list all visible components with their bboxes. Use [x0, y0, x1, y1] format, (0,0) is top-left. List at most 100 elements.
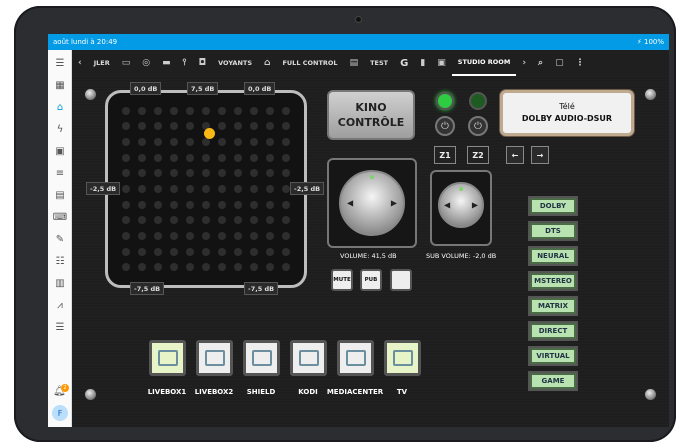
tab-car[interactable]: ◘	[193, 50, 213, 76]
more-button[interactable]: ⋮	[570, 50, 591, 76]
tab-remote[interactable]: ⫯	[177, 50, 193, 76]
calendar-icon[interactable]: ▤	[53, 188, 67, 202]
top-tab-bar: ‹ JLER ▭ ◎ ▬ ⫯ ◘ VOYANTS ⌂ FULL CONTROL …	[72, 50, 669, 76]
source-button-livebox1[interactable]	[149, 340, 186, 376]
grid-dot	[170, 216, 178, 225]
pub-button[interactable]: PUB	[360, 269, 382, 291]
grid-dot	[266, 216, 274, 225]
balance-puck[interactable]	[204, 128, 215, 139]
menu-icon[interactable]: ☰	[53, 56, 67, 70]
tab-test[interactable]: TEST	[364, 50, 394, 76]
more-vert-icon: ⋮	[575, 58, 585, 68]
prev-button[interactable]: ←	[506, 146, 524, 164]
grid-dot	[154, 106, 162, 115]
grid-dot	[170, 153, 178, 162]
tab-google[interactable]: G	[394, 50, 414, 76]
tab-full-control[interactable]: FULL CONTROL	[276, 50, 343, 76]
wrench-icon[interactable]: ✎	[53, 232, 67, 246]
scroll-left-button[interactable]: ‹	[72, 50, 88, 76]
grid-dot	[266, 153, 274, 162]
sub-volume-knob[interactable]: ◀ ▶	[438, 182, 484, 228]
grid-dot	[138, 231, 146, 240]
garage-icon: ⌂	[264, 58, 271, 68]
grid-dot	[202, 247, 210, 256]
search-button[interactable]: ⌕	[532, 50, 549, 76]
power-icon: ⏻	[474, 120, 482, 132]
grid-dot	[122, 247, 130, 256]
level-top-center: 7,5 dB	[187, 82, 219, 95]
grid-dot	[282, 153, 290, 162]
tab-stats[interactable]: ▮	[414, 50, 431, 76]
grid-dot	[218, 231, 226, 240]
kino-control-button[interactable]: KINO CONTRÔLE	[327, 90, 415, 140]
next-button[interactable]: →	[531, 146, 549, 164]
mode-button-game[interactable]: GAME	[530, 373, 576, 389]
tab-card[interactable]: ▤	[344, 50, 365, 76]
sub-down-icon: ◀	[444, 200, 451, 210]
list-icon[interactable]: ≡	[53, 166, 67, 180]
screw-icon	[644, 88, 657, 101]
tab-studio-room[interactable]: STUDIO ROOM	[451, 50, 517, 76]
grid-dot	[170, 247, 178, 256]
display-source: Télé	[559, 102, 575, 111]
grid-dot	[250, 263, 258, 272]
blank-button[interactable]	[390, 269, 412, 291]
document-icon[interactable]: ☰	[53, 320, 67, 334]
zone2-power-button[interactable]: ⏻	[468, 116, 488, 136]
code-icon[interactable]: ⌨	[53, 210, 67, 224]
scroll-right-button[interactable]: ›	[516, 50, 532, 76]
grid-dot	[250, 153, 258, 162]
zone1-power-button[interactable]: ⏻	[435, 116, 455, 136]
store-icon[interactable]: ▥	[53, 276, 67, 290]
notification-badge: 2	[61, 384, 69, 392]
volume-label: VOLUME: 41,5 dB	[340, 252, 397, 260]
tab-media[interactable]: ▣	[431, 50, 452, 76]
source-button-shield[interactable]	[243, 340, 280, 376]
zone2-button[interactable]: Z2	[467, 146, 489, 164]
source-button-tv[interactable]	[384, 340, 421, 376]
tv-icon	[392, 350, 413, 366]
grid-dot	[234, 122, 242, 131]
mode-button-neural[interactable]: NEURAL	[530, 248, 576, 264]
tab-voyants[interactable]: VOYANTS	[212, 50, 258, 76]
home-icon[interactable]: ⌂	[53, 100, 67, 114]
grid-dot	[154, 263, 162, 272]
source-button-mediacenter[interactable]	[337, 340, 374, 376]
tab-garage[interactable]: ⌂	[258, 50, 276, 76]
mode-button-matrix[interactable]: MATRIX	[530, 298, 576, 314]
grid-dot	[266, 184, 274, 193]
zone1-button[interactable]: Z1	[434, 146, 456, 164]
tab-speaker[interactable]: ◎	[136, 50, 156, 76]
tab-projector[interactable]: ▬	[156, 50, 177, 76]
volume-knob[interactable]: ◀ ▶	[339, 170, 405, 236]
grid-dot	[138, 263, 146, 272]
speaker-balance-pad[interactable]	[105, 90, 307, 288]
tab-jler[interactable]: JLER	[88, 50, 116, 76]
mode-button-mstereo[interactable]: MSTEREO	[530, 273, 576, 289]
chart-icon[interactable]: ⩘	[53, 298, 67, 312]
kino-line2: CONTRÔLE	[337, 116, 405, 129]
grid-dot	[138, 122, 146, 131]
mode-button-direct[interactable]: DIRECT	[530, 323, 576, 339]
source-button-livebox2[interactable]	[196, 340, 233, 376]
source-button-kodi[interactable]	[290, 340, 327, 376]
lightning-icon[interactable]: ϟ	[53, 122, 67, 136]
dashboard-icon[interactable]: ▦	[53, 78, 67, 92]
avatar[interactable]: F	[52, 405, 68, 421]
assist-button[interactable]: ▢	[549, 50, 570, 76]
tab-receiver[interactable]: ▭	[116, 50, 137, 76]
grid-dot	[202, 169, 210, 178]
level-top-left: 0,0 dB	[130, 82, 162, 95]
grid-dot	[186, 106, 194, 115]
source-label: LIVEBOX1	[147, 388, 187, 396]
search-icon: ⌕	[538, 58, 544, 68]
grid-dot	[122, 231, 130, 240]
grid-dot	[154, 153, 162, 162]
mode-button-dolby[interactable]: DOLBY	[530, 198, 576, 214]
screw-icon	[644, 388, 657, 401]
logbook-icon[interactable]: ☷	[53, 254, 67, 268]
mode-button-virtual[interactable]: VIRTUAL	[530, 348, 576, 364]
mode-button-dts[interactable]: DTS	[530, 223, 576, 239]
account-box-icon[interactable]: ▣	[53, 144, 67, 158]
mute-button[interactable]: MUTE	[331, 269, 353, 291]
